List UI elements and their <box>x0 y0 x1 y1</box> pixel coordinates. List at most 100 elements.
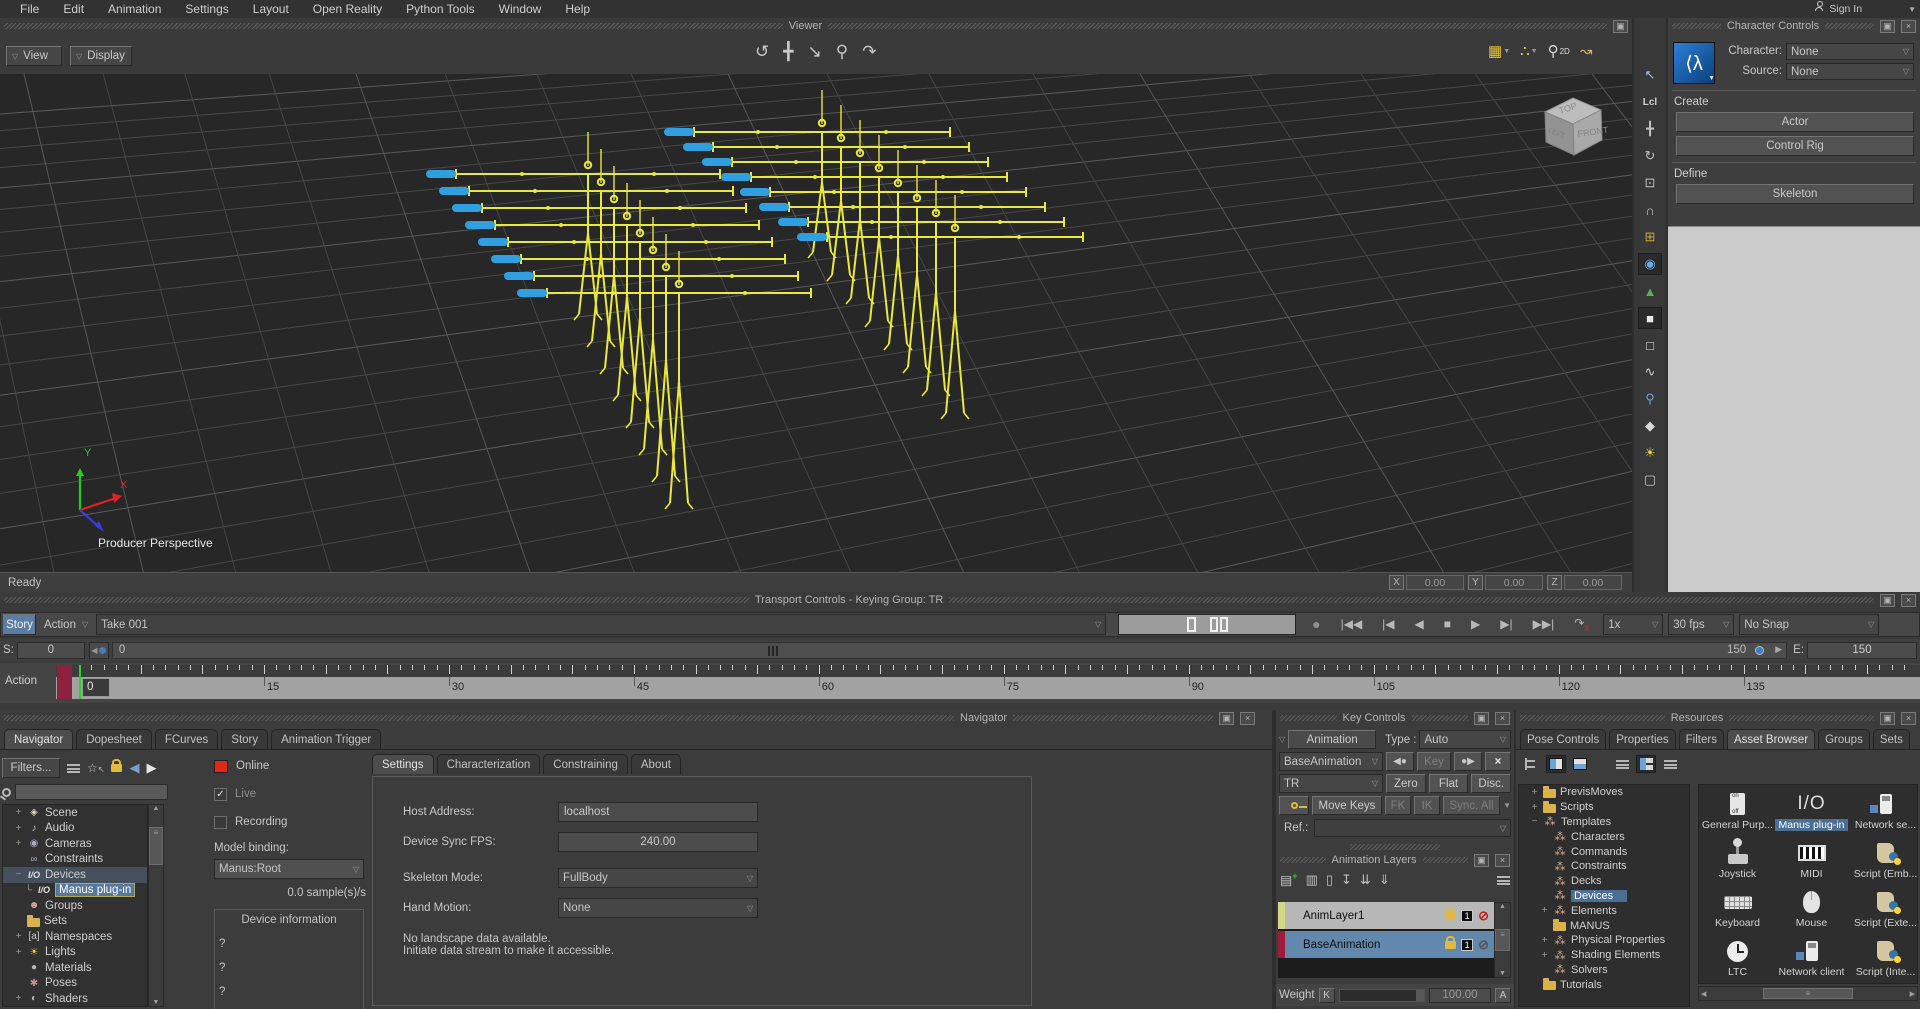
tree-item-namespaces[interactable]: +[a]Namespaces <box>3 929 147 945</box>
tree-expander[interactable]: + <box>14 993 23 1004</box>
forward-arrow-icon[interactable]: ▶ <box>146 760 156 776</box>
flat-button[interactable]: Flat <box>1429 774 1469 793</box>
tree-expander[interactable]: + <box>1530 802 1539 813</box>
weight-slider-handle[interactable] <box>1416 990 1424 1001</box>
asset-network-client[interactable]: Network client <box>1775 936 1848 983</box>
select-arrow-icon[interactable]: ↖ <box>1638 64 1662 86</box>
define-skeleton-button[interactable]: Skeleton <box>1676 184 1914 204</box>
tree-item-shading-elements[interactable]: +⁂Shading Elements <box>1519 948 1689 963</box>
tree-item-audio[interactable]: +♪Audio <box>3 821 147 837</box>
prev-key-button[interactable]: ◀● <box>1386 752 1414 771</box>
menu-python-tools[interactable]: Python Tools <box>394 0 487 18</box>
snap-dropdown[interactable]: No Snap▽ <box>1739 614 1879 635</box>
hierarchy-icon[interactable] <box>1522 755 1542 773</box>
coord-y-value[interactable]: 0.00 <box>1485 575 1543 590</box>
move-keys-button[interactable]: Move Keys <box>1312 796 1382 815</box>
close-panel-icon[interactable]: × <box>1901 20 1916 33</box>
tab-asset-browser[interactable]: Asset Browser <box>1727 729 1815 749</box>
scroll-left-icon[interactable]: ◀ <box>1701 990 1706 998</box>
tree-expander[interactable]: − <box>14 869 23 880</box>
display-toggle-box[interactable] <box>1118 614 1296 635</box>
online-row[interactable]: Online <box>214 756 366 776</box>
menu-layout[interactable]: Layout <box>241 0 301 18</box>
loop-off-button[interactable]: ↷x <box>1574 616 1589 632</box>
display-menu-button[interactable]: ▽Display <box>70 46 132 66</box>
translate-icon[interactable]: ╋ <box>1638 118 1662 140</box>
tab-sets[interactable]: Sets <box>1873 729 1910 749</box>
new-layer-icon[interactable]: ▤+ <box>1280 871 1298 888</box>
float-panel-icon[interactable]: ▣ <box>1613 20 1628 33</box>
layers-scrollbar[interactable]: ▲ ≡ ▼ <box>1494 902 1511 978</box>
tree-item-characters[interactable]: ⁂Characters <box>1519 829 1689 844</box>
tree-item-constraints[interactable]: ∞Constraints <box>3 852 147 868</box>
tree-item-poses[interactable]: ✱Poses <box>3 976 147 992</box>
tree-item-commands[interactable]: ⁂Commands <box>1519 844 1689 859</box>
range-slider-ball[interactable] <box>1755 646 1764 655</box>
pin-icon[interactable]: ⚲ <box>1638 388 1662 410</box>
scroll-up-icon[interactable]: ▲ <box>1499 903 1506 910</box>
tree-item-manus-plug-in[interactable]: └I/OManus plug-in <box>3 883 147 899</box>
fk-button[interactable]: FK <box>1385 796 1411 815</box>
asset-script-exte-[interactable]: Script (Exte... <box>1849 887 1918 934</box>
tree-item-sets[interactable]: Sets <box>3 914 147 930</box>
sign-in-chevron-icon[interactable]: ▼ <box>1908 5 1916 14</box>
tree-item-lights[interactable]: +☀Lights <box>3 945 147 961</box>
drag-dots[interactable] <box>1350 844 1440 850</box>
weight-slider[interactable] <box>1339 989 1425 1002</box>
unlock-icon[interactable] <box>111 764 122 772</box>
goto-start-button[interactable]: |◀◀ <box>1341 617 1363 631</box>
tree-item-templates[interactable]: −⁂Templates <box>1519 815 1689 830</box>
weight-auto-button[interactable]: A <box>1495 988 1511 1003</box>
tree-expander[interactable]: + <box>14 838 23 849</box>
tree-item-constraints[interactable]: ⁂Constraints <box>1519 859 1689 874</box>
keying-group-dropdown[interactable]: TR▽ <box>1279 774 1383 793</box>
online-indicator[interactable] <box>214 760 228 773</box>
drag-dots[interactable] <box>1412 715 1469 721</box>
tree-item-solvers[interactable]: ⁂Solvers <box>1519 963 1689 978</box>
scroll-up-icon[interactable]: ▲ <box>153 805 160 812</box>
field-device-sync-fps-[interactable]: 240.00 <box>558 832 758 852</box>
back-arrow-icon[interactable]: ◀ <box>129 760 139 776</box>
view-cube[interactable]: TOPFRONTLEFT <box>1545 98 1609 155</box>
marquee-icon[interactable]: ▢ <box>1638 469 1662 491</box>
tree-item-tutorials[interactable]: Tutorials <box>1519 977 1689 992</box>
tab-characterization[interactable]: Characterization <box>437 754 541 774</box>
tree-expander[interactable]: + <box>14 931 23 942</box>
sign-in-area[interactable]: Sign In ▼ <box>1815 3 1920 15</box>
drag-dots[interactable] <box>1013 715 1213 721</box>
tree-expander[interactable]: + <box>1540 905 1549 916</box>
record-button[interactable]: ● <box>1312 616 1320 632</box>
take-dropdown[interactable]: Take 001▽ <box>96 614 1106 635</box>
close-panel-icon[interactable]: × <box>1495 854 1510 867</box>
tree-item-elements[interactable]: +⁂Elements <box>1519 903 1689 918</box>
tab-navigator[interactable]: Navigator <box>4 729 73 749</box>
tab-fcurves[interactable]: FCurves <box>155 729 218 749</box>
drag-dots[interactable] <box>1520 715 1665 721</box>
asset-mouse[interactable]: Mouse <box>1775 887 1848 934</box>
drag-dots[interactable] <box>1825 23 1874 29</box>
key-type-dropdown[interactable]: Auto▽ <box>1419 730 1511 749</box>
tree-expander[interactable]: + <box>14 807 23 818</box>
duplicate-layer-icon[interactable]: ▥ <box>1306 872 1318 888</box>
drag-dots[interactable] <box>4 23 783 29</box>
spline-icon[interactable]: ∿ <box>1638 361 1662 383</box>
tree-item-takes[interactable]: +▤Takes <box>3 1007 147 1008</box>
sync-all-button[interactable]: Sync. All <box>1443 796 1500 815</box>
scroll-down-icon[interactable]: ▼ <box>1499 970 1506 977</box>
delete-layer-icon[interactable]: ▯ <box>1326 872 1333 888</box>
layer-row-animlayer1[interactable]: AnimLayer11⊘ <box>1278 902 1494 929</box>
stop-button[interactable]: ■ <box>1444 617 1451 631</box>
scroll-right-icon[interactable]: ▶ <box>1910 990 1915 998</box>
tree-expander[interactable]: + <box>1540 950 1549 961</box>
menu-edit[interactable]: Edit <box>51 0 96 18</box>
source-dropdown[interactable]: None▽ <box>1786 63 1914 80</box>
character-dropdown[interactable]: None▽ <box>1786 43 1914 60</box>
polygon-icon[interactable]: ◆ <box>1638 415 1662 437</box>
prev-key-button[interactable]: |◀ <box>1382 617 1394 631</box>
view-menu-button[interactable]: ▽View <box>6 46 62 66</box>
tab-groups[interactable]: Groups <box>1818 729 1870 749</box>
single-view-icon[interactable] <box>1187 617 1196 632</box>
asset-script-inte-[interactable]: Script (Inte... <box>1849 936 1918 983</box>
manipulator-icon[interactable]: ⊞ <box>1638 226 1662 248</box>
tree-expander[interactable]: − <box>1530 816 1539 827</box>
